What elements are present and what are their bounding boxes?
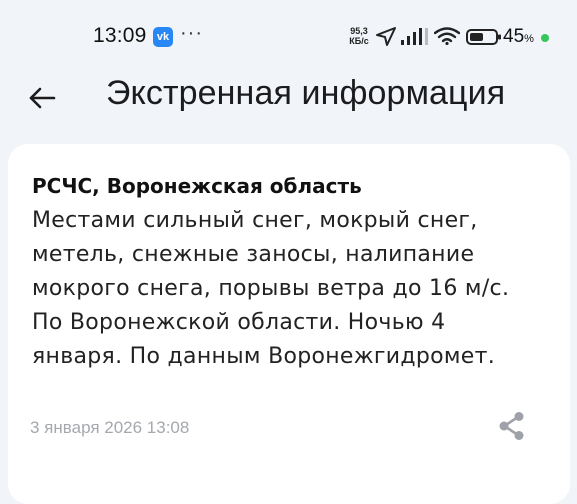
arrow-left-icon [29,87,56,109]
alert-message: Местами сильный снег, мокрый снег, метел… [32,204,552,374]
network-speed-value: 95,3 [350,26,368,36]
vk-icon: vk [153,27,173,47]
back-button[interactable] [22,78,62,118]
network-speed: 95,3 КБ/с [346,26,372,46]
status-time: 13:09 [93,24,147,47]
status-bar: 13:09 vk ··· 95,3 КБ/с 45% [0,0,577,70]
battery-icon [466,28,502,50]
battery-percentage: 45% [503,26,534,48]
alert-message-line: По Воронежской области. Ночью 4 [32,310,446,335]
battery-status-dot [541,34,549,42]
battery-unit: % [524,33,534,45]
alert-date: 3 января 2026 13:08 [30,418,190,437]
network-speed-unit: КБ/с [349,36,369,46]
more-notifications-icon: ··· [180,22,203,44]
alert-message-line: января. По данным Воронежгидромет. [32,344,496,369]
app-bar: Экстренная информация [0,70,577,132]
alert-source: РСЧС, Воронежская область [32,174,362,198]
alert-message-line: Местами сильный снег, мокрый снег, [32,208,478,233]
alert-card[interactable]: РСЧС, Воронежская область Местами сильны… [8,144,570,504]
cellular-signal-icon [401,27,429,49]
alert-message-line: метель, снежные заносы, налипание [32,242,475,267]
page-title: Экстренная информация [106,74,506,112]
share-icon [499,412,524,440]
location-arrow-icon [375,26,397,50]
share-button[interactable] [496,410,528,442]
battery-value: 45 [503,26,525,47]
alert-message-line: мокрого снега, порывы ветра до 16 м/с. [32,276,510,301]
wifi-icon [433,27,461,49]
